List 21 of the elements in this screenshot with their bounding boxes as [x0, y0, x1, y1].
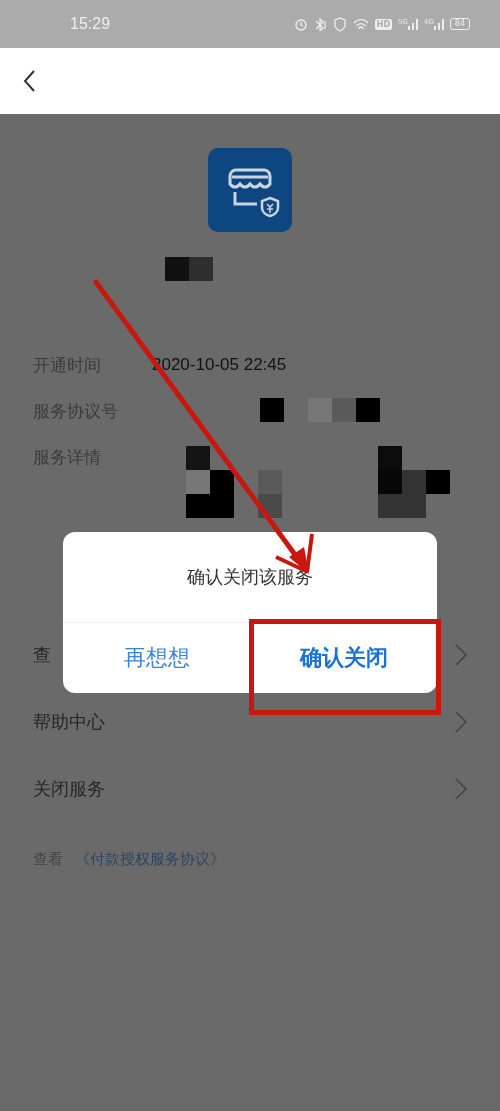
hd-badge: HD — [374, 18, 393, 30]
menu-item[interactable]: 关闭服务 — [33, 776, 105, 801]
alarm-icon — [293, 17, 308, 31]
wifi-icon — [352, 17, 369, 31]
menu-item[interactable]: 查 — [33, 642, 51, 667]
chevron-icon — [454, 642, 468, 667]
bluetooth-icon — [313, 17, 327, 31]
chevron-icon — [454, 709, 468, 734]
redaction-mosaic — [165, 257, 213, 281]
status-time: 15:29 — [70, 15, 111, 33]
dialog-button[interactable]: 确认关闭 — [250, 623, 437, 693]
store-icon — [208, 148, 292, 232]
agreement-link[interactable]: 《付款授权服务协议》 — [75, 850, 225, 869]
dialog-button[interactable]: 再想想 — [63, 623, 250, 693]
back-icon[interactable] — [22, 69, 38, 93]
shield-icon — [332, 16, 347, 32]
chevron-icon — [454, 776, 468, 801]
signal-icon — [433, 18, 444, 30]
battery-indicator: 84 — [449, 18, 470, 30]
menu-item[interactable]: 帮助中心 — [33, 709, 105, 734]
signal-icon — [407, 18, 418, 30]
